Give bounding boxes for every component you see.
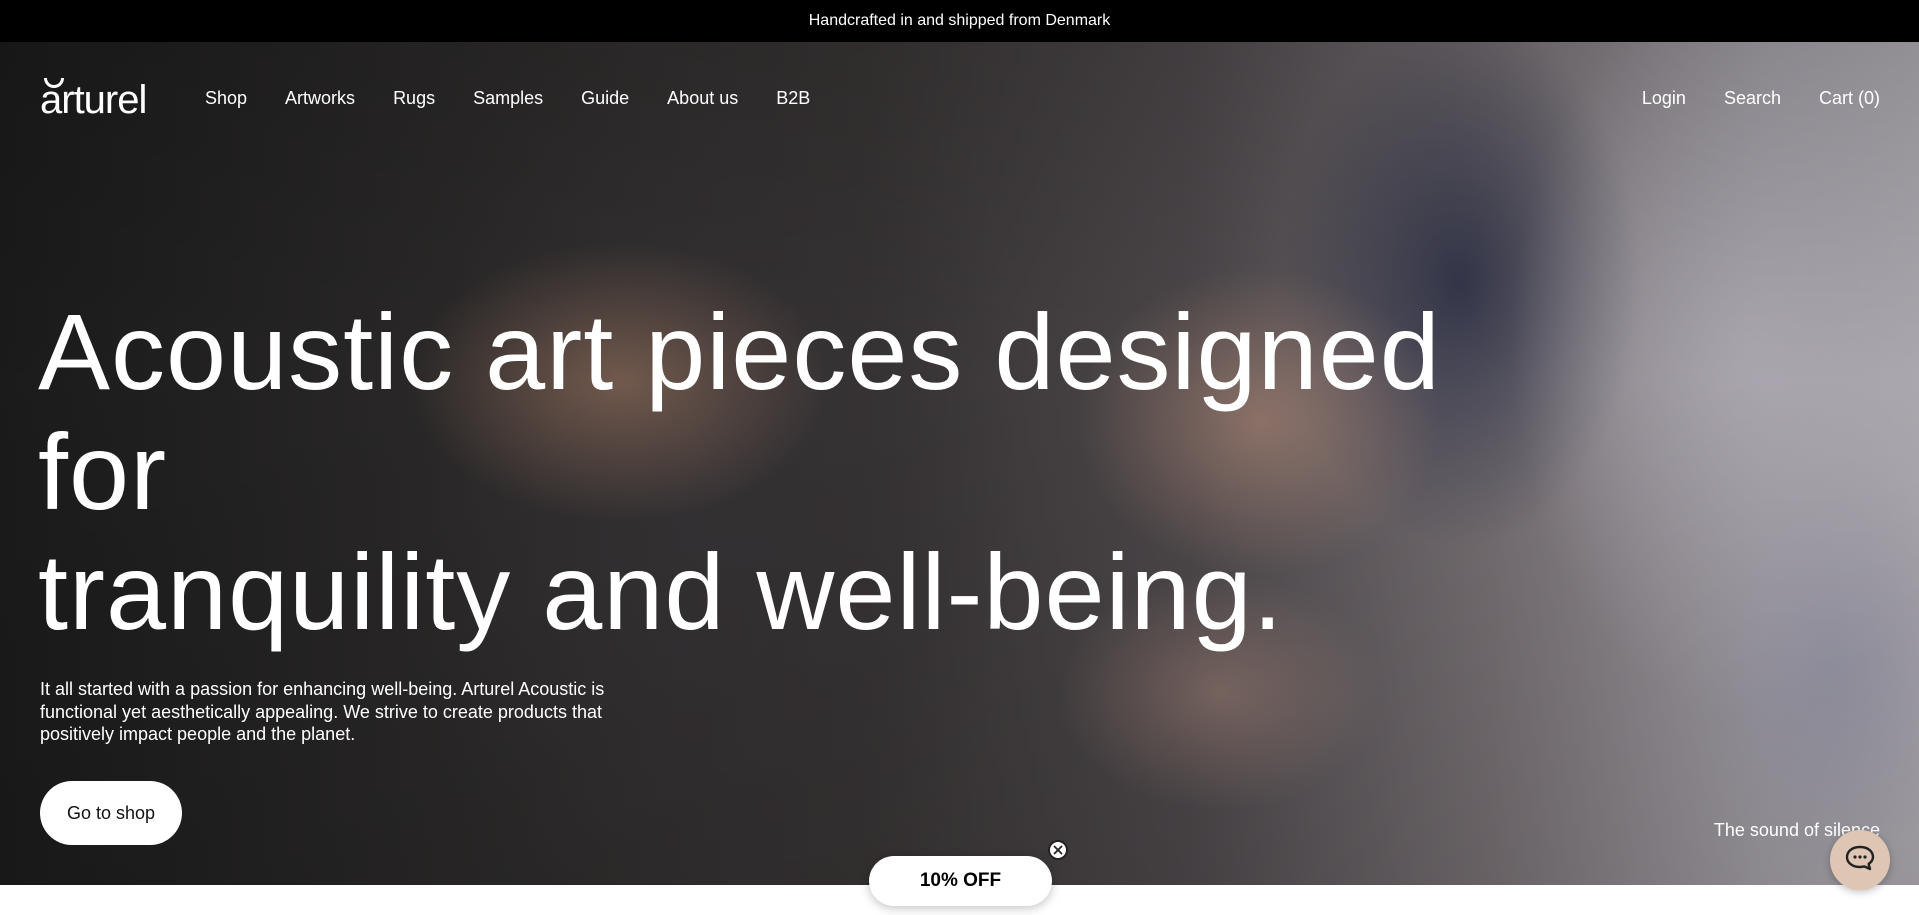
headline-line-1: Acoustic art pieces designed for [38,291,1441,532]
chat-button[interactable] [1830,830,1890,890]
nav-artworks[interactable]: Artworks [285,88,355,109]
announcement-bar: Handcrafted in and shipped from Denmark [0,0,1919,42]
discount-tab-button[interactable]: 10% OFF [869,856,1052,906]
chat-icon [1845,845,1875,876]
nav-shop[interactable]: Shop [205,88,247,109]
headline-line-2: tranquility and well-being. [38,531,1284,652]
main-nav: Shop Artworks Rugs Samples Guide About u… [205,88,810,109]
go-to-shop-button[interactable]: Go to shop [40,781,182,845]
nav-samples[interactable]: Samples [473,88,543,109]
nav-about-us[interactable]: About us [667,88,738,109]
hero-headline: Acoustic art pieces designed for tranqui… [38,292,1598,652]
nav-guide[interactable]: Guide [581,88,629,109]
login-link[interactable]: Login [1642,88,1686,109]
arturel-logo[interactable]: arturel [40,78,147,122]
announcement-text: Handcrafted in and shipped from Denmark [808,12,1111,29]
cart-link[interactable]: Cart (0) [1819,88,1880,109]
logo-initial: a [40,78,65,122]
nav-b2b[interactable]: B2B [776,88,810,109]
logo-text: rturel [61,78,147,122]
search-link[interactable]: Search [1724,88,1781,109]
hero-intro-text: It all started with a passion for enhanc… [40,679,605,744]
nav-rugs[interactable]: Rugs [393,88,435,109]
account-nav: Login Search Cart (0) [1642,88,1880,109]
close-icon[interactable] [1048,840,1068,860]
